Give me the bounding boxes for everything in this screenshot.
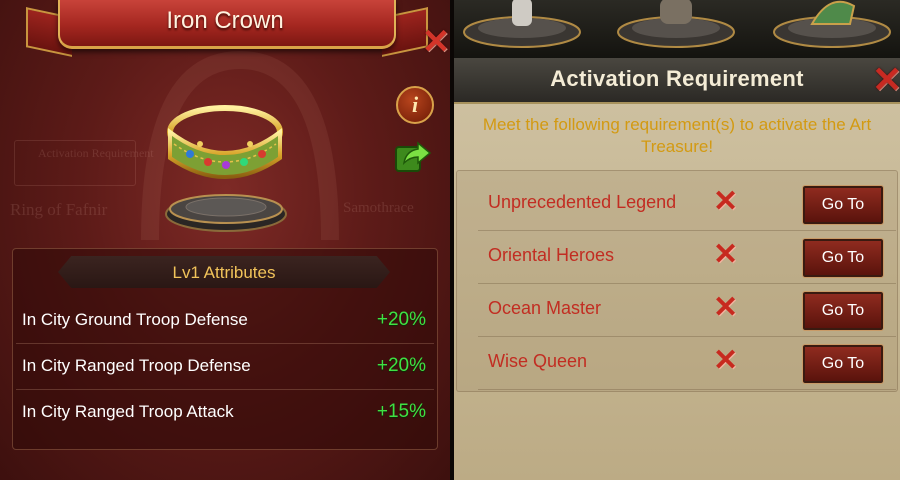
attribute-value: +15% [376, 401, 426, 422]
background-text-samothrace: Samothrace [343, 200, 414, 216]
attribute-value: +20% [376, 309, 426, 330]
treasure-pedestals-strip [454, 0, 900, 58]
attribute-value: +20% [376, 355, 426, 376]
treasure-pedestal [617, 0, 735, 48]
cross-icon: ✕ [713, 238, 739, 271]
attribute-row: In City Ranged Troop Defense +20% [16, 344, 434, 390]
goto-button[interactable]: Go To [802, 185, 884, 225]
requirement-name: Wise Queen [488, 351, 588, 371]
background-text-activation: Activation Requirement [38, 146, 154, 160]
cross-icon: ✕ [713, 344, 739, 377]
dialog-title: Activation Requirement [550, 66, 804, 91]
close-icon[interactable]: ✕ [421, 25, 451, 59]
requirement-name: Unprecedented Legend [488, 192, 677, 212]
requirement-name: Oriental Heroes [488, 245, 615, 265]
requirement-row: Unprecedented Legend ✕ Go To [478, 178, 896, 231]
close-icon[interactable]: ✕ [872, 60, 900, 100]
attribute-name: In City Ranged Troop Attack [22, 402, 234, 421]
item-title: Iron Crown [166, 7, 284, 34]
attribute-row: In City Ranged Troop Attack +15% [16, 390, 434, 435]
background-text-ring: Ring of Fafnir [10, 200, 108, 219]
requirement-row: Wise Queen ✕ Go To [478, 337, 896, 390]
goto-button[interactable]: Go To [802, 238, 884, 278]
cross-icon: ✕ [713, 291, 739, 324]
info-icon[interactable]: i [396, 86, 434, 124]
attribute-row: In City Ground Troop Defense +20% [16, 298, 434, 344]
requirement-row: Oriental Heroes ✕ Go To [478, 231, 896, 284]
instruction-line-1: Meet the following requirement(s) to act… [482, 115, 872, 134]
requirement-row: Ocean Master ✕ Go To [478, 284, 896, 337]
attribute-name: In City Ranged Troop Defense [22, 356, 251, 375]
attribute-name: In City Ground Troop Defense [22, 310, 248, 329]
treasure-pedestal [463, 0, 581, 48]
treasure-pedestal [773, 0, 891, 48]
dialog-instructions: Meet the following requirement(s) to act… [454, 114, 900, 158]
share-icon[interactable] [394, 137, 432, 175]
goto-button[interactable]: Go To [802, 291, 884, 331]
requirement-name: Ocean Master [488, 298, 602, 318]
goto-button[interactable]: Go To [802, 344, 884, 384]
attributes-header: Lv1 Attributes [172, 263, 276, 282]
iron-crown-ring-image [167, 105, 283, 179]
instruction-line-2: Treasure! [640, 137, 714, 156]
cross-icon: ✕ [713, 185, 739, 218]
